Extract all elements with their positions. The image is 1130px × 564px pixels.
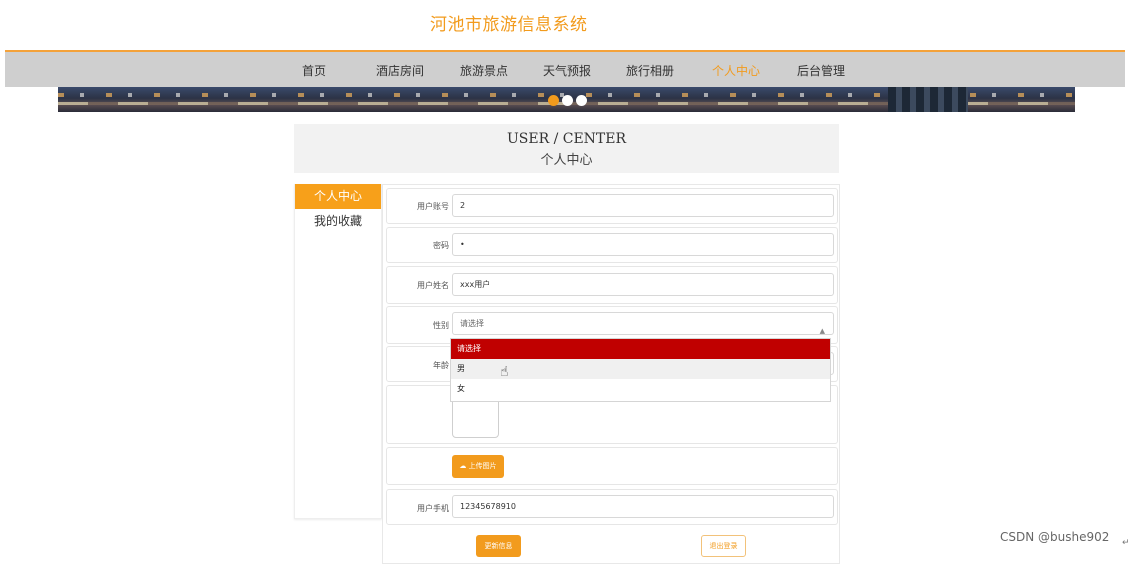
user-center-header: USER / CENTER 个人中心 [294,124,839,173]
gender-label: 性别 [433,321,449,330]
gender-option-placeholder[interactable]: 请选择 [451,339,830,359]
csdn-watermark: CSDN @bushe902 [1000,530,1110,544]
cloud-upload-icon: ☁ [459,462,467,470]
phone-input[interactable]: 12345678910 [452,495,834,518]
form-row-password: 密码 • [386,227,838,263]
nav-item-weather[interactable]: 天气预报 [543,62,591,79]
side-menu: 个人中心 我的收藏 [294,184,382,519]
nav-item-home[interactable]: 首页 [302,62,326,79]
nav-item-hotel-rooms[interactable]: 酒店房间 [376,62,424,79]
gender-select-value: 请选择 [460,319,484,328]
banner-buildings [888,87,968,112]
carousel-dot-3[interactable] [576,95,587,106]
form-row-upload: ☁ 上传图片 [386,447,838,485]
side-item-user-center[interactable]: 个人中心 [295,184,381,209]
side-item-favorites[interactable]: 我的收藏 [295,209,381,234]
main-navbar: 首页 酒店房间 旅游景点 天气预报 旅行相册 个人中心 后台管理 [5,52,1125,87]
name-label: 用户姓名 [417,281,449,290]
nav-item-admin[interactable]: 后台管理 [797,62,845,79]
form-row-phone: 用户手机 12345678910 [386,489,838,525]
nav-item-user-center[interactable]: 个人中心 [712,62,760,79]
age-label: 年龄 [433,361,449,370]
return-arrow-icon: ↵ [1122,538,1130,548]
upload-image-button[interactable]: ☁ 上传图片 [452,455,504,478]
nav-item-travel-album[interactable]: 旅行相册 [626,62,674,79]
gender-select[interactable]: 请选择 ▲ [452,312,834,335]
account-input[interactable]: 2 [452,194,834,217]
header-title-cn: 个人中心 [540,153,593,168]
form-row-name: 用户姓名 xxx用户 [386,266,838,304]
carousel-dot-2[interactable] [562,95,573,106]
site-title: 河池市旅游信息系统 [430,15,588,35]
nav-item-attractions[interactable]: 旅游景点 [460,62,508,79]
caret-up-icon: ▲ [819,327,825,335]
carousel-dot-1[interactable] [548,95,559,106]
phone-label: 用户手机 [417,504,449,513]
account-label: 用户账号 [417,202,449,211]
logout-button[interactable]: 退出登录 [701,535,746,557]
hand-cursor-icon: ☝ [500,364,509,380]
password-input[interactable]: • [452,233,834,256]
upload-button-label: 上传图片 [468,462,497,470]
password-label: 密码 [433,241,449,250]
update-info-button[interactable]: 更新信息 [476,535,521,557]
name-input[interactable]: xxx用户 [452,273,834,296]
avatar-preview[interactable] [452,396,499,438]
header-title-en: USER / CENTER [506,131,627,147]
form-row-account: 用户账号 2 [386,188,838,224]
gender-option-female[interactable]: 女 [451,379,830,399]
